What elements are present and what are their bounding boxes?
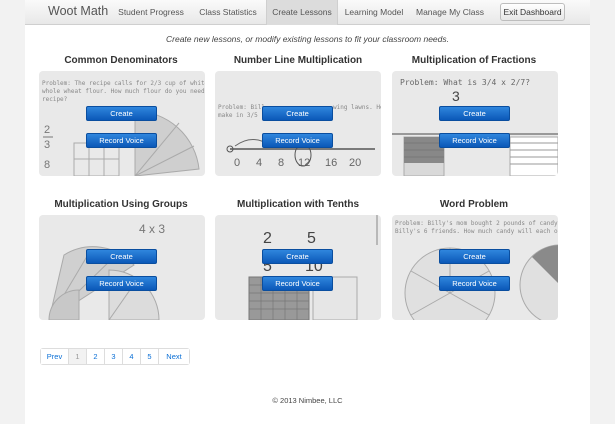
sketch-glyph: 5 — [307, 230, 316, 247]
create-button[interactable]: Create — [86, 249, 157, 264]
pagination: Prev 1 2 3 4 5 Next — [40, 348, 190, 365]
nav-student-progress[interactable]: Student Progress — [113, 0, 189, 25]
top-navbar: Woot Math Student Progress Class Statist… — [25, 0, 590, 25]
tenths-grid-illustration: 2 5 5 10 — [248, 215, 378, 320]
svg-text:16: 16 — [325, 157, 337, 169]
create-button[interactable]: Create — [439, 249, 510, 264]
lesson-title: Number Line Multiplication — [233, 55, 363, 66]
fraction-sketch: 8 — [44, 159, 50, 171]
exit-dashboard-button[interactable]: Exit Dashboard — [500, 3, 565, 21]
thumb-line: whole wheat flour. How much flour do you… — [42, 88, 205, 95]
record-voice-button[interactable]: Record Voice — [439, 276, 510, 291]
thumb-line: Billy's 6 friends. How much candy will e… — [395, 228, 558, 235]
create-button[interactable]: Create — [262, 249, 333, 264]
thumb-line: Problem: Bill — [218, 104, 265, 111]
lesson-thumbnail-word-problem[interactable]: Problem: Billy's mom bought 2 pounds of … — [392, 215, 558, 320]
create-button[interactable]: Create — [262, 106, 333, 121]
record-voice-button[interactable]: Record Voice — [262, 276, 333, 291]
thumb-text: Problem: The recipe calls for 2/3 cup of… — [42, 80, 205, 103]
pagination-page-4[interactable]: 4 — [123, 349, 141, 364]
thumb-text: Problem: What is 3/4 x 2/7? — [400, 78, 530, 87]
fraction-sketch-illustration: Problem: The recipe calls for 2/3 cup of… — [42, 80, 205, 176]
pie-chart-illustration: Problem: Billy's mom bought 2 pounds of … — [395, 220, 558, 320]
thumb-text-right: wing lawns. How — [333, 104, 381, 111]
pagination-prev[interactable]: Prev — [41, 349, 69, 364]
lesson-title: Multiplication of Fractions — [411, 55, 537, 66]
sketch-glyph: 4 x 3 — [139, 222, 165, 236]
brand-logo[interactable]: Woot Math — [48, 4, 108, 18]
pagination-page-5[interactable]: 5 — [141, 349, 159, 364]
nav-create-lessons[interactable]: Create Lessons — [266, 0, 338, 25]
pagination-page-1[interactable]: 1 — [69, 349, 87, 364]
pagination-page-2[interactable]: 2 — [87, 349, 105, 364]
lesson-thumbnail-multiplication-of-fractions[interactable]: Problem: What is 3/4 x 2/7? 3 Create Rec… — [392, 71, 558, 176]
nav-learning-model[interactable]: Learning Model — [341, 0, 407, 25]
lesson-thumbnail-common-denominators[interactable]: Problem: The recipe calls for 2/3 cup of… — [39, 71, 205, 176]
pagination-next[interactable]: Next — [159, 349, 189, 364]
nav-class-statistics[interactable]: Class Statistics — [191, 0, 265, 25]
thumb-line: Problem: The recipe calls for 2/3 cup of… — [42, 80, 205, 87]
thumb-text: Problem: Bill make in 3/5 — [218, 104, 269, 119]
create-button[interactable]: Create — [86, 106, 157, 121]
thumb-line: make in 3/5 — [218, 112, 258, 119]
lesson-title: Multiplication with Tenths — [236, 199, 360, 210]
fraction-numerator: 3 — [452, 88, 460, 104]
number-line-illustration: Problem: Bill make in 3/5 wing lawns. Ho… — [218, 104, 381, 169]
svg-text:0: 0 — [234, 157, 240, 169]
right-gutter — [590, 0, 615, 424]
fraction-sketch: 2 — [44, 124, 50, 136]
lesson-thumbnail-multiplication-using-groups[interactable]: 4 x 3 Create Record Voice — [39, 215, 205, 320]
lesson-thumbnail-number-line[interactable]: Problem: Bill make in 3/5 wing lawns. Ho… — [215, 71, 381, 176]
fraction-grid-illustration: Problem: What is 3/4 x 2/7? 3 — [392, 78, 558, 176]
record-voice-button[interactable]: Record Voice — [86, 276, 157, 291]
thumb-text: Problem: Billy's mom bought 2 pounds of … — [395, 220, 558, 235]
svg-text:20: 20 — [349, 157, 361, 169]
create-button[interactable]: Create — [439, 106, 510, 121]
intro-text: Create new lessons, or modify existing l… — [166, 34, 449, 44]
record-voice-button[interactable]: Record Voice — [86, 133, 157, 148]
svg-text:4: 4 — [256, 157, 262, 169]
thumb-line: Problem: Billy's mom bought 2 pounds of … — [395, 220, 558, 227]
pagination-page-3[interactable]: 3 — [105, 349, 123, 364]
lesson-title: Word Problem — [439, 199, 509, 210]
lesson-thumbnail-multiplication-with-tenths[interactable]: 2 5 5 10 Create Record Voice — [215, 215, 381, 320]
lesson-title: Multiplication Using Groups — [54, 199, 188, 210]
left-gutter — [0, 0, 25, 424]
lesson-title: Common Denominators — [64, 55, 178, 66]
nav-manage-my-class[interactable]: Manage My Class — [411, 0, 489, 25]
svg-text:8: 8 — [278, 157, 284, 169]
footer-copyright: © 2013 Nimbee, LLC — [272, 396, 343, 405]
pie-groups-illustration: 4 x 3 — [48, 222, 165, 320]
thumb-line: recipe? — [42, 96, 68, 103]
record-voice-button[interactable]: Record Voice — [439, 133, 510, 148]
sketch-glyph: 2 — [263, 230, 272, 247]
record-voice-button[interactable]: Record Voice — [262, 133, 333, 148]
fraction-sketch: 3 — [44, 139, 50, 151]
